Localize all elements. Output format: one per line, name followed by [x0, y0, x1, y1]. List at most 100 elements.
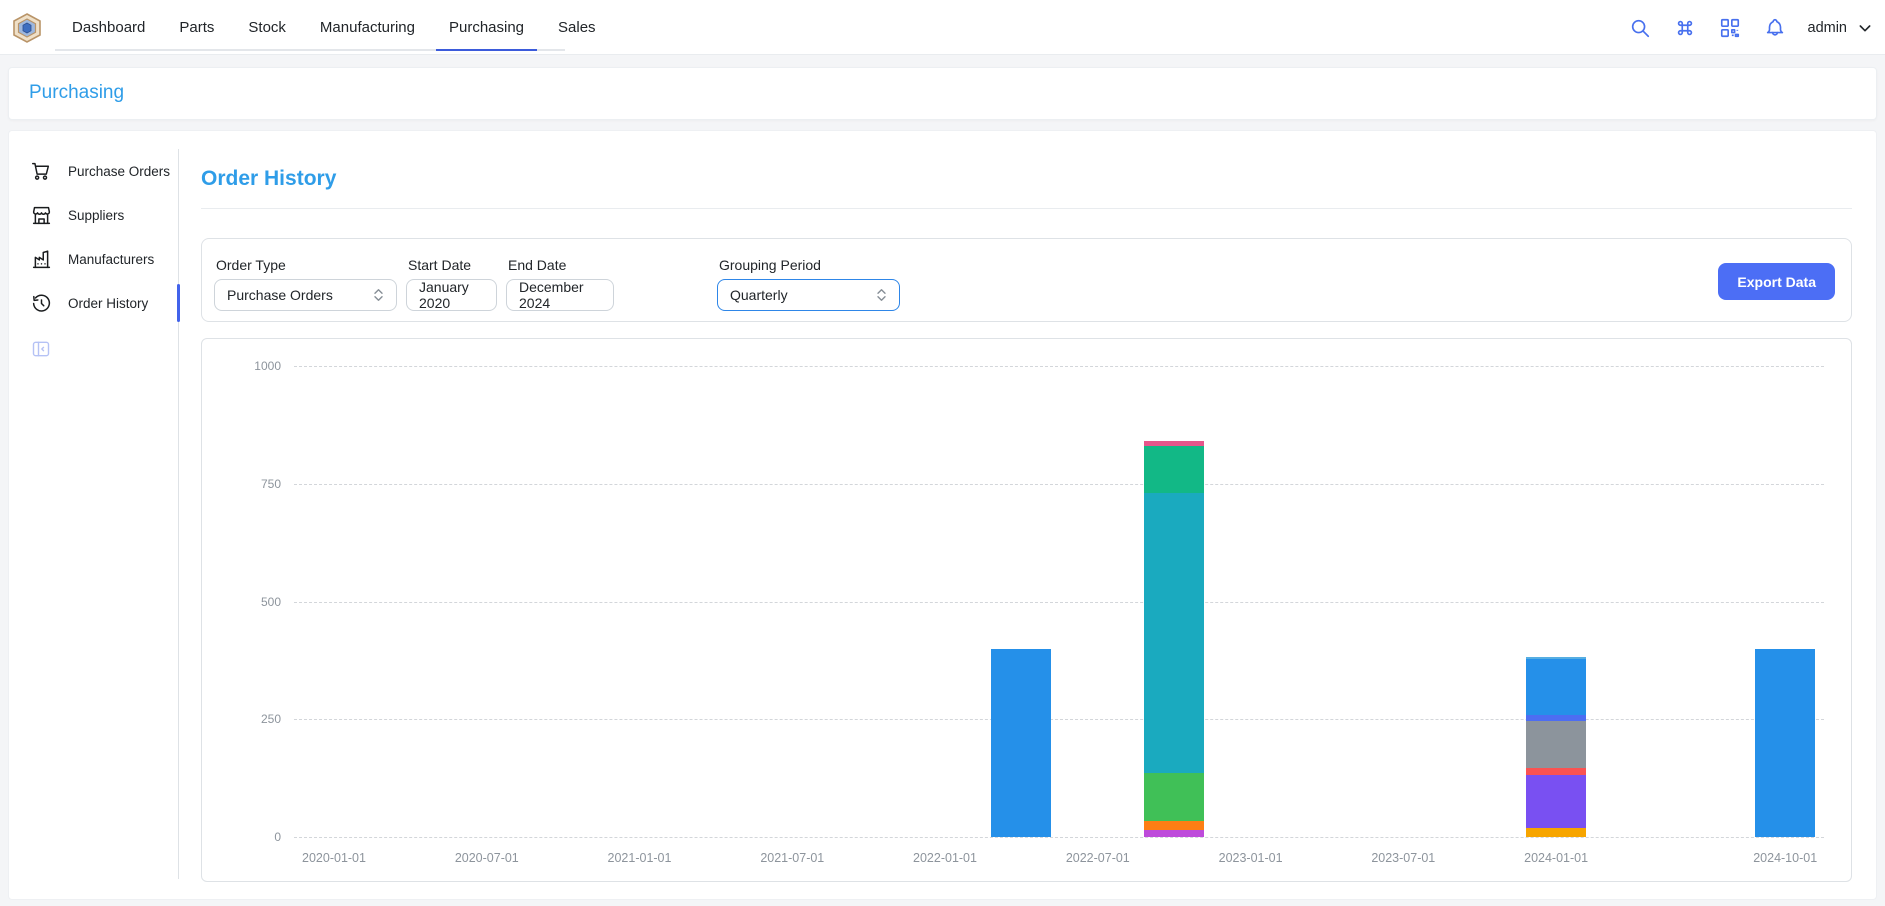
grouping-period-field: Grouping Period Quarterly	[717, 257, 900, 311]
nav-tab-label: Parts	[179, 19, 214, 36]
top-navbar: Dashboard Parts Stock Manufacturing Purchasi…	[0, 0, 1885, 55]
sidebar-item-suppliers[interactable]: Suppliers	[9, 193, 178, 237]
shopping-cart-icon	[31, 161, 52, 182]
sidebar-item-label: Suppliers	[68, 208, 124, 223]
y-axis-tick-label: 500	[221, 595, 281, 609]
nav-tab-label: Stock	[248, 19, 286, 36]
command-palette-icon[interactable]	[1673, 16, 1697, 40]
bar-segment	[1526, 768, 1586, 775]
x-axis-tick-label: 2021-07-01	[760, 851, 824, 865]
gridline-y-250	[294, 719, 1824, 720]
y-axis-tick-label: 750	[221, 477, 281, 491]
grouping-period-select[interactable]: Quarterly	[717, 279, 900, 311]
title-divider	[201, 208, 1852, 209]
bar-segment	[1526, 721, 1586, 768]
x-axis-tick-label: 2023-01-01	[1219, 851, 1283, 865]
start-date-field: Start Date January 2020	[406, 257, 497, 311]
nav-tab-label: Manufacturing	[320, 19, 415, 36]
nav-tab-stock[interactable]: Stock	[231, 0, 303, 55]
sidebar-item-purchase-orders[interactable]: Purchase Orders	[9, 149, 178, 193]
qr-scan-icon[interactable]	[1718, 16, 1742, 40]
start-date-input[interactable]: January 2020	[406, 279, 497, 311]
bar-2022-04-01[interactable]	[991, 649, 1051, 837]
select-chevrons-icon	[373, 288, 384, 302]
main-pane: Order History Order Type Purchase Orders…	[186, 131, 1868, 899]
bar-segment	[1526, 659, 1586, 715]
filter-card: Order Type Purchase Orders Start Date Ja…	[201, 238, 1852, 322]
order-type-label: Order Type	[216, 257, 397, 273]
select-chevrons-icon	[876, 288, 887, 302]
order-type-select[interactable]: Purchase Orders	[214, 279, 397, 311]
end-date-value: December 2024	[519, 279, 601, 311]
gridline-y-500	[294, 602, 1824, 603]
y-axis-tick-label: 0	[221, 830, 281, 844]
x-axis-tick-label: 2020-01-01	[302, 851, 366, 865]
x-axis-tick-label: 2024-01-01	[1524, 851, 1588, 865]
x-axis-tick-label: 2022-01-01	[913, 851, 977, 865]
inventree-logo[interactable]	[13, 13, 41, 43]
breadcrumb-bar: Purchasing	[8, 67, 1877, 120]
nav-tab-label: Dashboard	[72, 19, 145, 36]
x-axis-tick-label: 2020-07-01	[455, 851, 519, 865]
x-axis-tick-label: 2023-07-01	[1371, 851, 1435, 865]
user-name: admin	[1808, 20, 1848, 36]
x-axis-tick-label: 2024-10-01	[1753, 851, 1817, 865]
start-date-label: Start Date	[408, 257, 497, 273]
grouping-period-value: Quarterly	[730, 287, 788, 303]
bar-segment	[1755, 649, 1815, 837]
grouping-period-label: Grouping Period	[719, 257, 900, 273]
start-date-value: January 2020	[419, 279, 484, 311]
order-type-field: Order Type Purchase Orders	[214, 257, 397, 311]
user-menu[interactable]: admin	[1808, 20, 1874, 36]
sidebar: Purchase Orders Suppliers Manufacturers Ord…	[9, 149, 179, 879]
order-type-value: Purchase Orders	[227, 287, 333, 303]
gridline-y-0	[294, 837, 1824, 838]
bar-segment	[1144, 493, 1204, 773]
sidebar-item-label: Manufacturers	[68, 252, 154, 267]
sidebar-item-label: Order History	[68, 296, 148, 311]
bar-segment	[1144, 821, 1204, 830]
history-icon	[31, 293, 52, 314]
order-history-chart[interactable]: 0 250 500 750 1000 2020-01-01 2020-07-01 2021-0…	[201, 338, 1852, 882]
building-store-icon	[31, 205, 52, 226]
nav-tab-sales[interactable]: Sales	[541, 0, 613, 55]
bar-segment	[1144, 446, 1204, 493]
search-icon[interactable]	[1628, 16, 1652, 40]
bar-2024-01-01[interactable]	[1526, 657, 1586, 837]
bar-segment	[1144, 773, 1204, 820]
content-panel: Purchase Orders Suppliers Manufacturers Ord…	[8, 130, 1877, 900]
bar-2024-10-01[interactable]	[1755, 649, 1815, 837]
end-date-field: End Date December 2024	[506, 257, 614, 311]
x-axis-tick-label: 2021-01-01	[608, 851, 672, 865]
bar-segment	[1526, 775, 1586, 828]
bell-icon[interactable]	[1763, 16, 1787, 40]
y-axis-tick-label: 250	[221, 712, 281, 726]
nav-tab-label: Sales	[558, 19, 596, 36]
gridline-y-750	[294, 484, 1824, 485]
bar-segment	[991, 649, 1051, 837]
sidebar-item-label: Purchase Orders	[68, 164, 170, 179]
end-date-input[interactable]: December 2024	[506, 279, 614, 311]
chevron-down-icon	[1857, 20, 1873, 36]
nav-tab-purchasing[interactable]: Purchasing	[432, 0, 541, 55]
main-nav: Dashboard Parts Stock Manufacturing Purchasi…	[55, 0, 613, 55]
bar-segment	[1144, 830, 1204, 837]
sidebar-item-manufacturers[interactable]: Manufacturers	[9, 237, 178, 281]
page-title: Order History	[201, 167, 336, 191]
bar-segment	[1526, 828, 1586, 837]
collapse-sidebar-icon[interactable]	[31, 339, 51, 359]
x-axis-tick-label: 2022-07-01	[1066, 851, 1130, 865]
nav-tab-dashboard[interactable]: Dashboard	[55, 0, 162, 55]
nav-tab-manufacturing[interactable]: Manufacturing	[303, 0, 432, 55]
gridline-y-1000	[294, 366, 1824, 367]
nav-tab-parts[interactable]: Parts	[162, 0, 231, 55]
nav-tab-label: Purchasing	[449, 19, 524, 36]
y-axis-tick-label: 1000	[221, 359, 281, 373]
factory-icon	[31, 249, 52, 270]
navbar-actions: admin	[1628, 0, 1874, 55]
end-date-label: End Date	[508, 257, 614, 273]
breadcrumb[interactable]: Purchasing	[29, 82, 124, 104]
export-data-button[interactable]: Export Data	[1718, 263, 1835, 300]
bar-2022-10-01[interactable]	[1144, 441, 1204, 837]
sidebar-item-order-history[interactable]: Order History	[9, 281, 178, 325]
